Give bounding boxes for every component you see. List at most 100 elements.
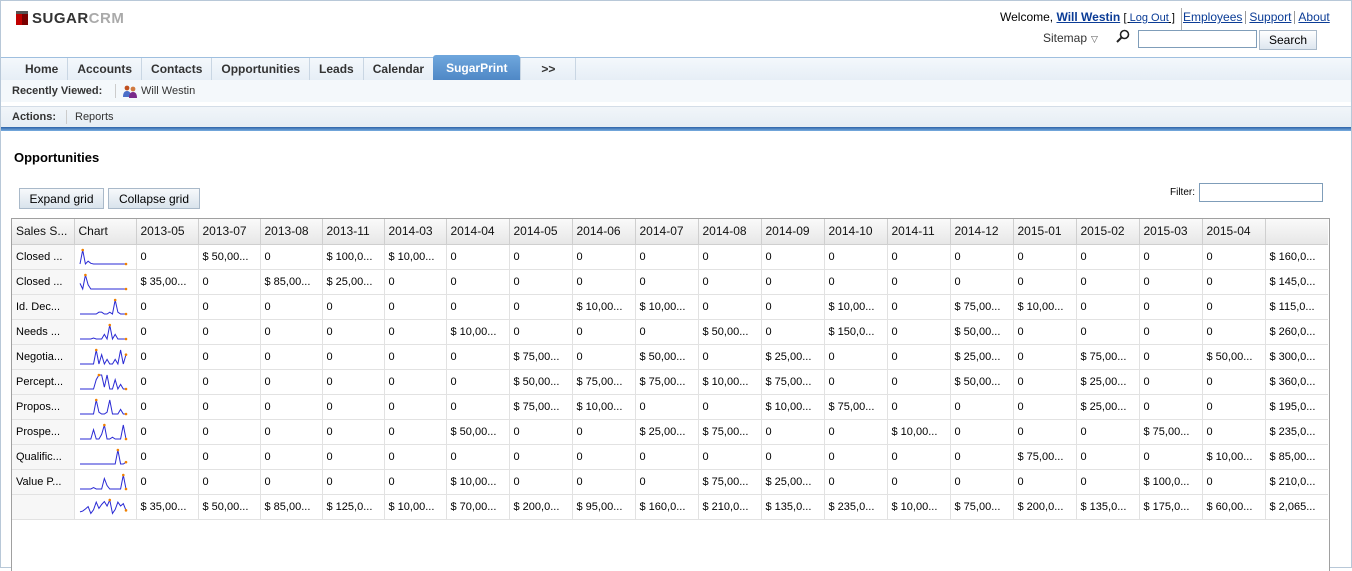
table-row[interactable]: Closed ... $ 35,00... 0 $ 85,00... $ 25,00..… xyxy=(12,269,1328,295)
column-header-2014-03[interactable]: 2014-03 xyxy=(384,219,447,245)
value-cell: 0 xyxy=(1013,269,1077,295)
value-cell: 0 xyxy=(1202,394,1266,420)
tab-sugarprint[interactable]: SugarPrint xyxy=(433,55,521,80)
column-header-2013-11[interactable]: 2013-11 xyxy=(322,219,385,245)
value-cell: $ 10,00... xyxy=(1202,444,1266,470)
filter-label: Filter: xyxy=(1170,187,1195,198)
column-header-2013-07[interactable]: 2013-07 xyxy=(198,219,261,245)
sitemap-menu[interactable]: Sitemap ▽ xyxy=(1043,31,1098,45)
value-cell: $ 10,00... xyxy=(446,319,510,345)
row-label[interactable]: Value P... xyxy=(12,469,75,495)
chart-cell xyxy=(74,444,137,470)
value-cell: 0 xyxy=(1013,244,1077,270)
about-link[interactable]: About xyxy=(1298,10,1329,24)
sparkline xyxy=(79,374,126,390)
table-row[interactable]: Propos... 0 0 0 0 0 0 $ 75,00... $ 10,00... 0 0 $ 1… xyxy=(12,394,1328,420)
tab-leads[interactable]: Leads xyxy=(310,58,364,80)
tab-accounts[interactable]: Accounts xyxy=(68,58,143,80)
value-cell: 0 xyxy=(446,269,510,295)
tab-contacts[interactable]: Contacts xyxy=(142,58,213,80)
user-name-link[interactable]: Will Westin xyxy=(1056,10,1120,24)
chart-cell xyxy=(74,269,137,295)
table-row[interactable]: Closed ... 0 $ 50,00... 0 $ 100,0... $ 10,00.… xyxy=(12,244,1328,270)
row-label[interactable] xyxy=(12,494,75,520)
row-label[interactable]: Closed ... xyxy=(12,269,75,295)
column-header-2015-04[interactable]: 2015-04 xyxy=(1202,219,1266,245)
recent-item-will-westin[interactable]: Will Westin xyxy=(141,85,195,97)
search-input[interactable] xyxy=(1138,30,1257,48)
value-cell: 0 xyxy=(384,319,447,345)
column-header-2014-05[interactable]: 2014-05 xyxy=(509,219,573,245)
value-cell: $ 60,00... xyxy=(1202,494,1266,520)
value-cell: 0 xyxy=(198,394,261,420)
sparkline xyxy=(79,424,126,439)
value-cell: 0 xyxy=(824,469,888,495)
table-row[interactable]: Needs ... 0 0 0 0 0 $ 10,00... 0 0 0 $ 50,00... 0 $ … xyxy=(12,319,1328,345)
value-cell: 0 xyxy=(260,294,323,320)
value-cell: 0 xyxy=(698,394,762,420)
support-link[interactable]: Support xyxy=(1249,10,1291,24)
tab-home[interactable]: Home xyxy=(16,58,69,80)
column-header-2014-08[interactable]: 2014-08 xyxy=(698,219,762,245)
column-header-2015-03[interactable]: 2015-03 xyxy=(1139,219,1203,245)
chart-cell xyxy=(74,244,137,270)
value-cell: 0 xyxy=(824,419,888,445)
value-cell: $ 135,0... xyxy=(761,494,825,520)
sparkline xyxy=(79,497,126,515)
value-cell: 0 xyxy=(887,294,951,320)
row-label[interactable]: Closed ... xyxy=(12,244,75,270)
sparkline xyxy=(79,449,126,464)
row-label[interactable]: Needs ... xyxy=(12,319,75,345)
value-cell: $ 95,00... xyxy=(572,494,636,520)
row-label[interactable]: Qualific... xyxy=(12,444,75,470)
value-cell: 0 xyxy=(384,444,447,470)
column-header-2014-09[interactable]: 2014-09 xyxy=(761,219,825,245)
table-row[interactable]: Value P... 0 0 0 0 0 $ 10,00... 0 0 0 $ 75,00... $ … xyxy=(12,469,1328,495)
table-row[interactable]: Prospe... 0 0 0 0 0 $ 50,00... 0 0 $ 25,00... $ 75… xyxy=(12,419,1328,445)
row-label[interactable]: Id. Dec... xyxy=(12,294,75,320)
action-reports[interactable]: Reports xyxy=(75,111,114,123)
row-label[interactable]: Propos... xyxy=(12,394,75,420)
column-header-chart[interactable]: Chart xyxy=(74,219,137,245)
column-header-2015-01[interactable]: 2015-01 xyxy=(1013,219,1077,245)
logout-link[interactable]: Log Out xyxy=(1130,12,1169,24)
row-label[interactable]: Prospe... xyxy=(12,419,75,445)
tab-calendar[interactable]: Calendar xyxy=(364,58,433,80)
column-header-2015-02[interactable]: 2015-02 xyxy=(1076,219,1140,245)
column-header-2014-04[interactable]: 2014-04 xyxy=(446,219,510,245)
column-header-sales-stage[interactable]: Sales S... xyxy=(12,219,75,245)
sparkline-end-marker xyxy=(124,487,127,490)
column-header-2014-07[interactable]: 2014-07 xyxy=(635,219,699,245)
sugarcrm-logo[interactable]: SUGARCRM xyxy=(16,10,124,27)
sparkline-chart xyxy=(79,298,127,315)
value-cell: 0 xyxy=(136,469,199,495)
table-row[interactable]: Id. Dec... 0 0 0 0 0 0 0 $ 10,00... $ 10,00... 0 0 $… xyxy=(12,294,1328,320)
row-label[interactable]: Percept... xyxy=(12,369,75,395)
column-header-2014-10[interactable]: 2014-10 xyxy=(824,219,888,245)
value-cell: 0 xyxy=(1202,369,1266,395)
total-row[interactable]: $ 35,00... $ 50,00... $ 85,00... $ 125,0...… xyxy=(12,494,1328,520)
tab-more[interactable]: >> xyxy=(520,58,577,80)
row-total-cell: $ 145,0... xyxy=(1265,269,1328,295)
value-cell: 0 xyxy=(509,419,573,445)
collapse-grid-button[interactable]: Collapse grid xyxy=(108,188,200,209)
column-header-2013-05[interactable]: 2013-05 xyxy=(136,219,199,245)
filter-input[interactable] xyxy=(1199,183,1323,202)
column-header-total[interactable] xyxy=(1265,219,1328,245)
column-header-2013-08[interactable]: 2013-08 xyxy=(260,219,323,245)
search-button[interactable]: Search xyxy=(1259,30,1317,50)
tab-opportunities[interactable]: Opportunities xyxy=(212,58,311,80)
employees-link[interactable]: Employees xyxy=(1183,10,1242,24)
value-cell: 0 xyxy=(1013,344,1077,370)
value-cell: $ 10,00... xyxy=(446,469,510,495)
value-cell: $ 50,00... xyxy=(950,319,1014,345)
value-cell: $ 10,00... xyxy=(572,394,636,420)
table-row[interactable]: Percept... 0 0 0 0 0 0 $ 50,00... $ 75,00... $ 75… xyxy=(12,369,1328,395)
table-row[interactable]: Qualific... 0 0 0 0 0 0 0 0 0 0 0 0 0 0 $ 75,00... 0 0 $ 1… xyxy=(12,444,1328,470)
row-label[interactable]: Negotia... xyxy=(12,344,75,370)
column-header-2014-06[interactable]: 2014-06 xyxy=(572,219,636,245)
column-header-2014-12[interactable]: 2014-12 xyxy=(950,219,1014,245)
expand-grid-button[interactable]: Expand grid xyxy=(19,188,104,209)
column-header-2014-11[interactable]: 2014-11 xyxy=(887,219,951,245)
table-row[interactable]: Negotia... 0 0 0 0 0 0 $ 75,00... 0 $ 50,00... 0 $ … xyxy=(12,344,1328,370)
